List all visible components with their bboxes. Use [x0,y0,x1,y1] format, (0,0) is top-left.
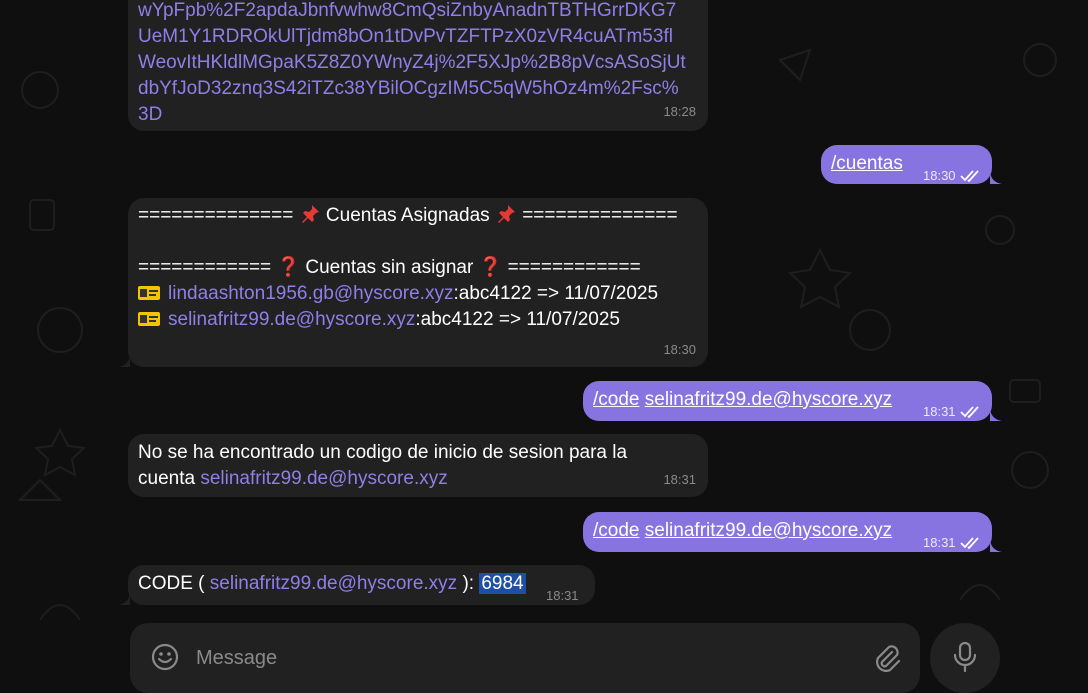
message-time-text: 18:31 [923,404,956,419]
message-time: 18:28 [663,104,696,119]
header-title: Cuentas Asignadas [325,205,490,226]
header-separator: ============== [138,205,294,226]
message-bubble-incoming: CODE ( selinafritz99.de@hyscore.xyz ): 6… [128,565,595,605]
question-mark-icon: ❓ [478,257,503,278]
command-link[interactable]: /code [593,389,639,410]
double-check-icon [959,170,979,182]
message-input[interactable] [194,643,798,673]
account-detail: :abc4122 => 11/07/2025 [453,283,659,304]
bubble-tail [990,538,1002,552]
accounts-header: ============== Cuentas Asignadas =======… [138,203,698,229]
account-row: lindaashton1956.gb@hyscore.xyz:abc4122 =… [138,281,698,307]
account-row: selinafritz99.de@hyscore.xyz:abc4122 => … [138,307,698,333]
command-link[interactable]: /cuentas [831,153,903,174]
bubble-tail [990,170,1002,184]
header-separator: ============ [507,257,641,278]
link-line[interactable]: UeM1Y1RDROkUlTjdm8bOn1tDvPvTZFTPzX0zVR4c… [138,24,698,50]
id-card-icon [138,286,160,300]
link-line[interactable]: wYpFpb%2F2apdaJbnfvwhw8CmQsiZnbyAnadnTBT… [138,0,698,24]
message-bubble-incoming: wYpFpb%2F2apdaJbnfvwhw8CmQsiZnbyAnadnTBT… [128,0,708,131]
account-email-link[interactable]: lindaashton1956.gb@hyscore.xyz [168,283,453,304]
message-time: 18:31 [663,472,696,487]
microphone-icon [953,641,977,673]
bubble-tail [118,591,130,605]
smile-icon[interactable] [150,642,180,672]
header-separator: ============ [138,257,272,278]
message-text: cuenta [138,468,196,489]
message-time: 18:31 [923,399,982,425]
command-argument-link[interactable]: selinafritz99.de@hyscore.xyz [645,520,892,541]
voice-record-button[interactable] [930,623,1000,693]
code-prefix: CODE ( [138,573,205,594]
pushpin-icon [497,205,515,223]
message-time: 18:31 [923,530,982,556]
paperclip-icon[interactable] [872,643,900,673]
question-mark-icon: ❓ [276,257,301,278]
account-email-link[interactable]: selinafritz99.de@hyscore.xyz [168,309,415,330]
link-line[interactable]: 3D [138,102,698,128]
account-detail: :abc4122 => 11/07/2025 [415,309,621,330]
account-email-link[interactable]: selinafritz99.de@hyscore.xyz [210,573,457,594]
link-line[interactable]: WeovItHKldlMGpaK5Z8Z0YWnyZ4j%2F5XJp%2B8p… [138,50,698,76]
pushpin-icon [301,205,319,223]
message-time-text: 18:30 [923,168,956,183]
message-time: 18:30 [923,163,982,189]
id-card-icon [138,312,160,326]
message-bubble-incoming: ============== Cuentas Asignadas =======… [128,198,708,367]
message-bubble-outgoing: /cuentas 18:30 [821,145,992,184]
bubble-tail [118,353,130,367]
message-bubble-outgoing: /code selinafritz99.de@hyscore.xyz 18:31 [583,512,992,552]
command-link[interactable]: /code [593,520,639,541]
message-text: No se ha encontrado un codigo de inicio … [138,442,628,463]
double-check-icon [959,406,979,418]
header-separator: ============== [522,205,678,226]
header-title: Cuentas sin asignar [305,257,474,278]
unassigned-header: ============ ❓ Cuentas sin asignar ❓ ===… [138,255,698,281]
command-argument-link[interactable]: selinafritz99.de@hyscore.xyz [645,389,892,410]
bubble-tail [990,407,1002,421]
link-line[interactable]: dbYfJoD32znq3S42iTZc38YBilOCgzIM5C5qW5hO… [138,76,698,102]
login-code[interactable]: 6984 [479,573,526,594]
message-time: 18:30 [663,342,696,357]
account-email-link[interactable]: selinafritz99.de@hyscore.xyz [200,468,447,489]
double-check-icon [959,537,979,549]
message-composer [130,623,920,693]
message-time-text: 18:31 [923,535,956,550]
code-suffix: ): [462,573,475,594]
message-bubble-outgoing: /code selinafritz99.de@hyscore.xyz 18:31 [583,381,992,421]
message-time: 18:31 [546,588,579,603]
message-bubble-incoming: No se ha encontrado un codigo de inicio … [128,434,708,497]
